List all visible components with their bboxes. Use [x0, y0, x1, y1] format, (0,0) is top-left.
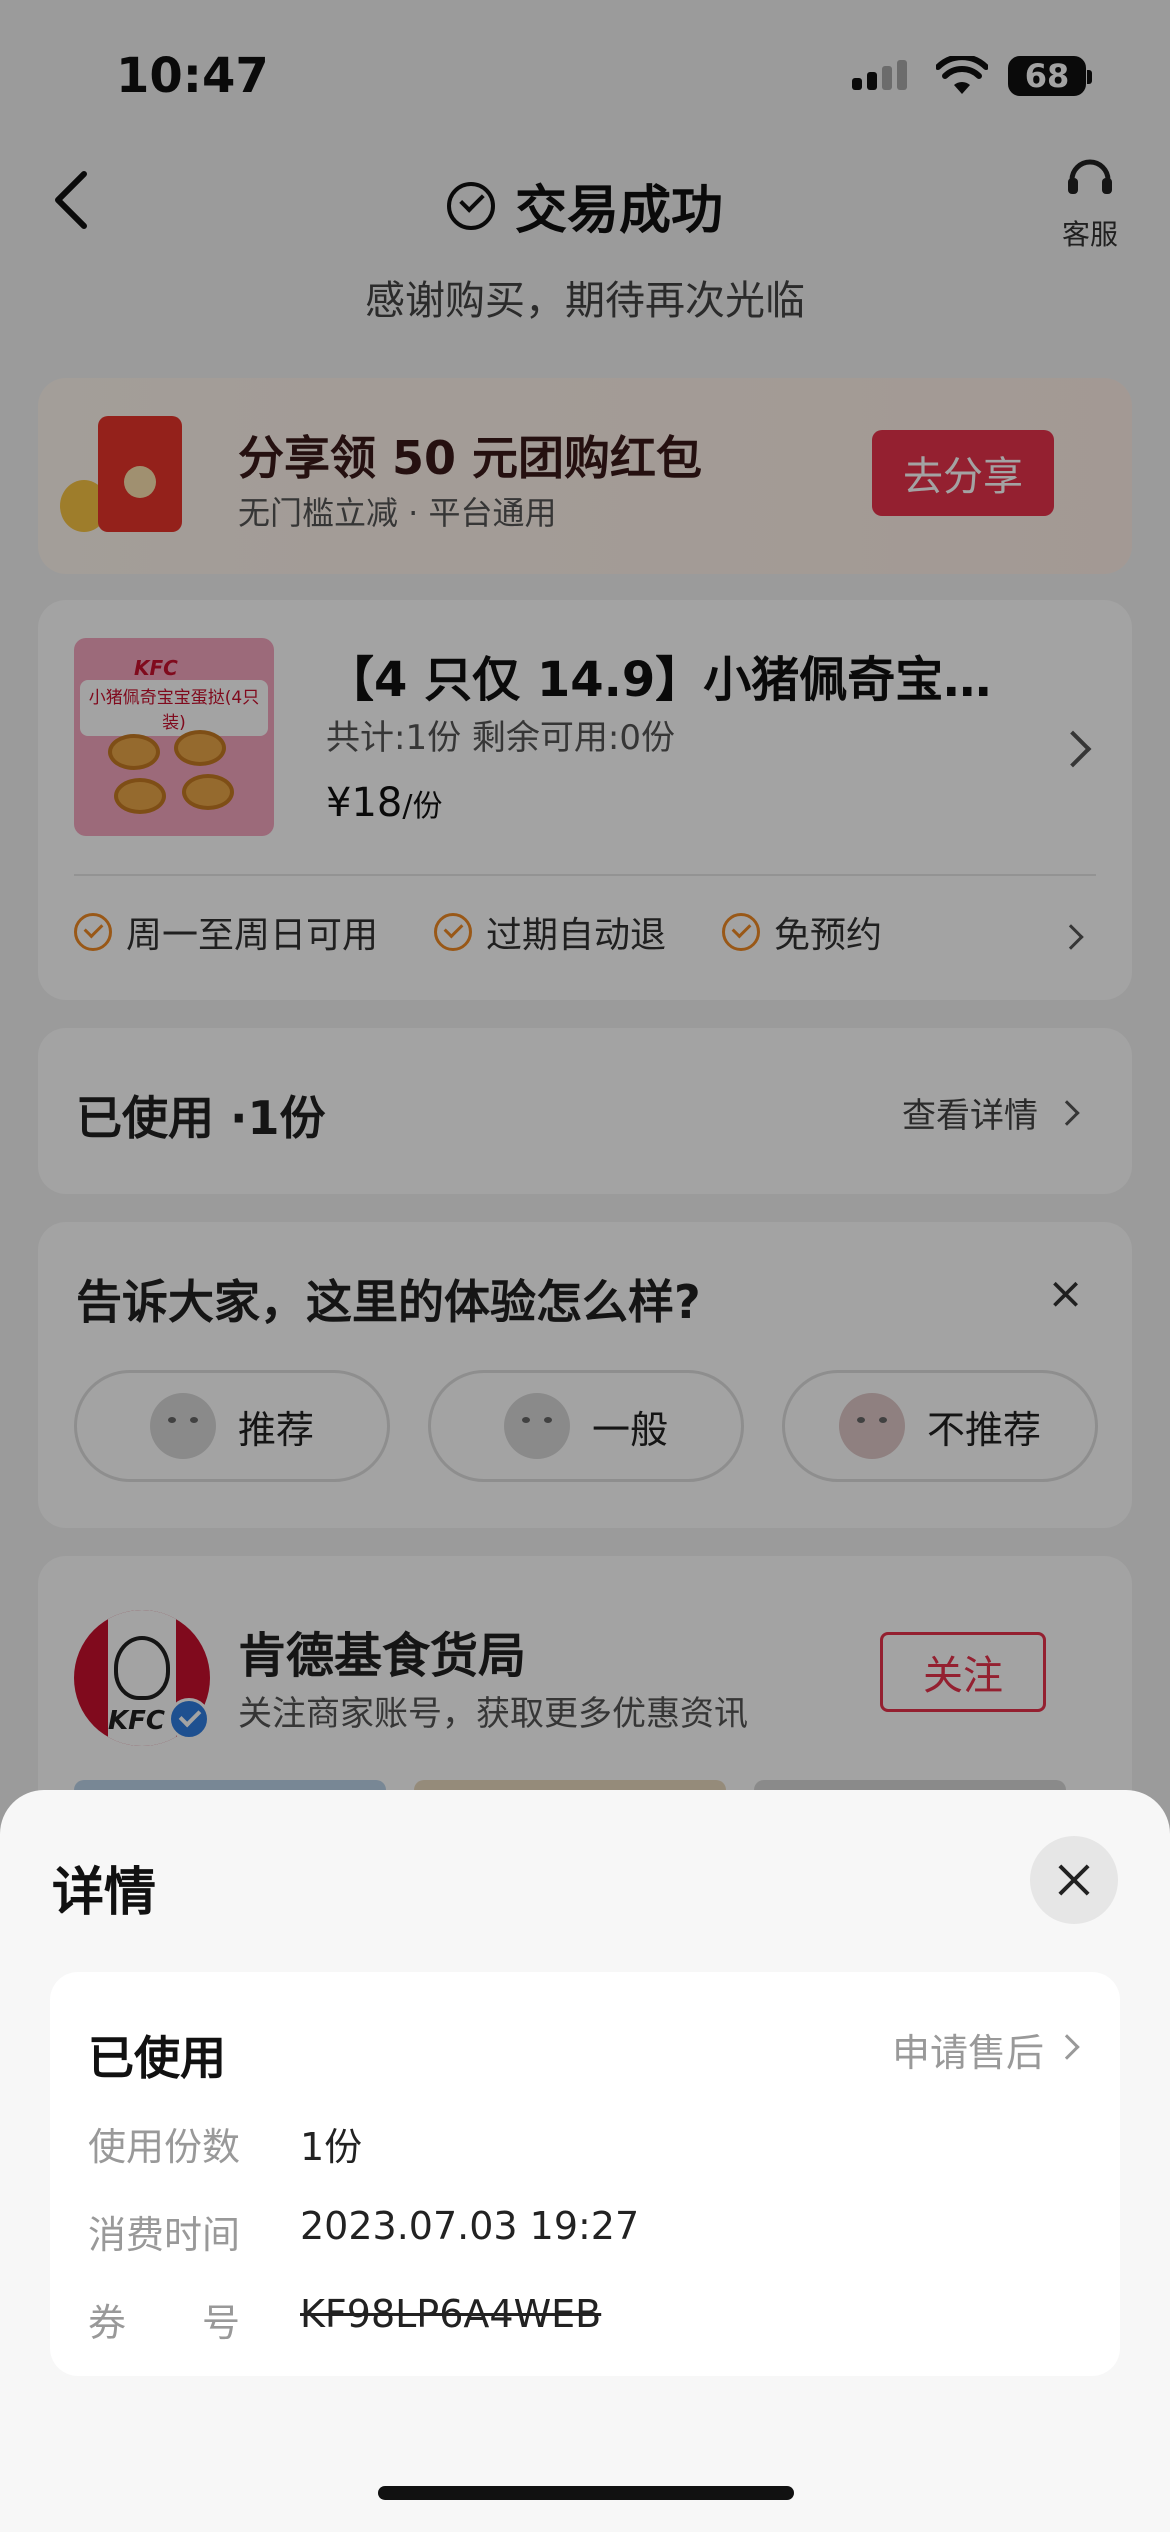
detail-row-quantity: 使用份数 1份 — [88, 2116, 362, 2171]
detail-value: 1份 — [300, 2125, 363, 2169]
sheet-title: 详情 — [52, 1863, 157, 1923]
detail-label: 消费时间 — [88, 2213, 241, 2257]
detail-label: 使用份数 — [88, 2125, 241, 2169]
detail-label: 券 号 — [88, 2301, 241, 2345]
home-indicator[interactable] — [378, 2486, 794, 2500]
detail-value: 2023.07.03 19:27 — [300, 2204, 640, 2248]
detail-sheet: 详情 已使用 申请售后 使用份数 1份 消费时间 2023.07.03 19:2… — [0, 1790, 1170, 2532]
usage-status: 已使用 — [88, 2031, 226, 2085]
detail-row-coupon: 券 号 KF98LP6A4WEB — [88, 2292, 601, 2347]
coupon-code: KF98LP6A4WEB — [300, 2292, 602, 2336]
close-button[interactable] — [1030, 1836, 1118, 1924]
chevron-right-icon[interactable] — [1054, 2034, 1080, 2060]
detail-card: 已使用 申请售后 使用份数 1份 消费时间 2023.07.03 19:27 券… — [50, 1972, 1120, 2376]
detail-row-time: 消费时间 2023.07.03 19:27 — [88, 2204, 639, 2259]
after-sale-link[interactable]: 申请售后 — [892, 2022, 1044, 2077]
